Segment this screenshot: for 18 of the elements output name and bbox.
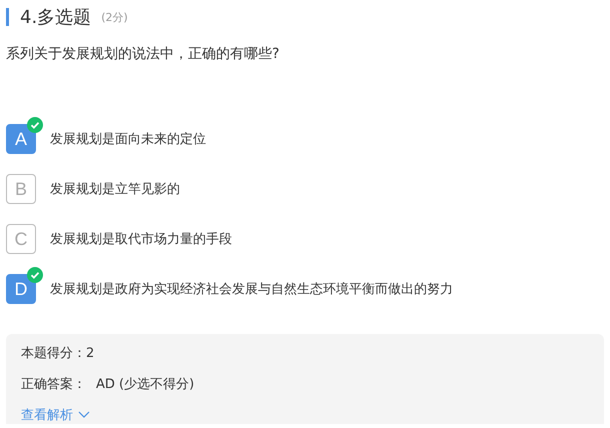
- question-title: 4.多选题: [20, 6, 92, 29]
- check-icon: [27, 267, 43, 283]
- question-text: 系列关于发展规划的说法中，正确的有哪些?: [6, 45, 280, 63]
- option-letter[interactable]: B: [6, 174, 36, 204]
- option-text[interactable]: 发展规划是立竿见影的: [50, 180, 180, 198]
- option-text[interactable]: 发展规划是取代市场力量的手段: [50, 230, 232, 248]
- option-letter[interactable]: C: [6, 224, 36, 254]
- score-text: 本题得分：2: [21, 345, 94, 362]
- answer-value: AD (少选不得分): [96, 376, 194, 393]
- answer-label: 正确答案：: [21, 376, 86, 393]
- option-letter[interactable]: A: [6, 124, 36, 154]
- chevron-down-icon: [78, 411, 90, 419]
- option-letter[interactable]: D: [6, 274, 36, 304]
- question-points: (2分): [101, 10, 128, 24]
- option-text[interactable]: 发展规划是政府为实现经济社会发展与自然生态环境平衡而做出的努力: [50, 280, 453, 298]
- option-text[interactable]: 发展规划是面向未来的定位: [50, 130, 206, 148]
- check-icon: [27, 117, 43, 133]
- analysis-link[interactable]: 查看解析: [21, 406, 90, 424]
